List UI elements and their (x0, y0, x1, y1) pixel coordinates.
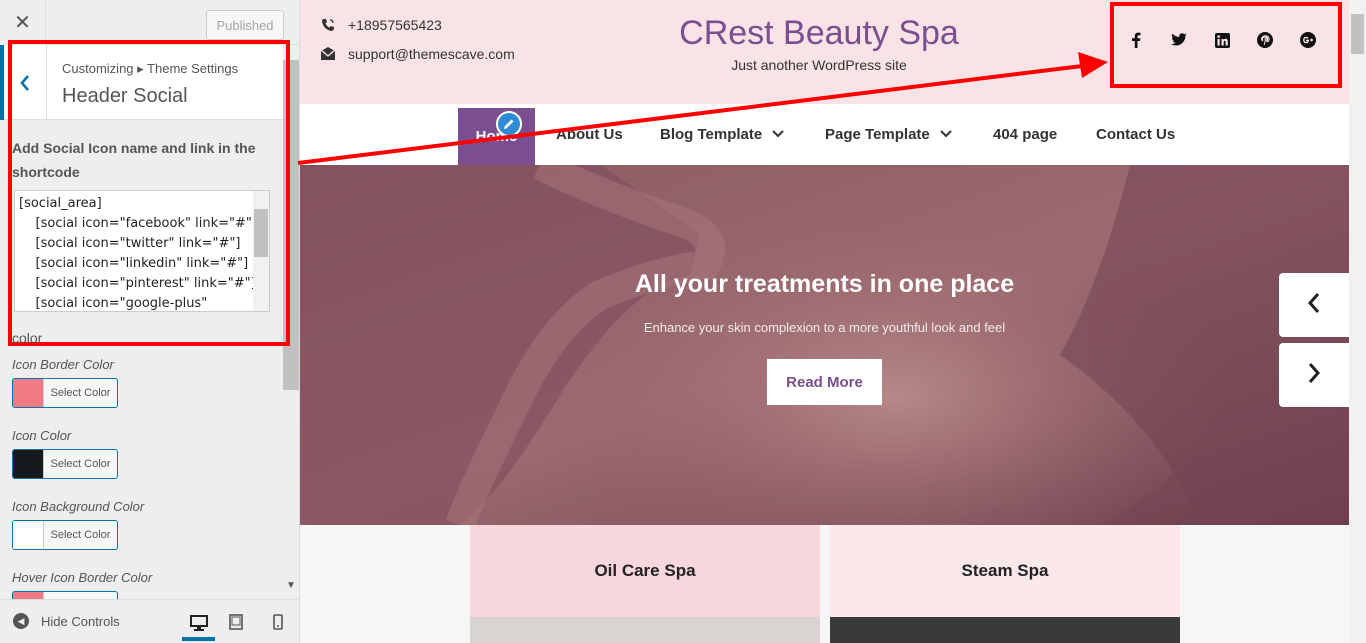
site-tagline: Just another WordPress site (731, 57, 907, 73)
mobile-icon[interactable] (266, 611, 290, 633)
color-swatch (13, 521, 44, 549)
screen: ✕ Published Customizing ▸ Theme Settings… (0, 0, 1366, 643)
close-icon[interactable]: ✕ (0, 0, 46, 45)
color-field-label: Icon Color (12, 428, 72, 443)
chevron-left-icon (1307, 292, 1321, 319)
nav-item-home[interactable]: Home (458, 108, 535, 165)
preview-scrollbar[interactable] (1349, 0, 1366, 643)
nav-item-about[interactable]: About Us (556, 104, 623, 165)
chevron-right-icon (1307, 362, 1321, 389)
nav-item-contact[interactable]: Contact Us (1096, 104, 1175, 165)
nav-item-page-template[interactable]: Page Template (825, 104, 952, 165)
service-card-title[interactable]: Oil Care Spa (470, 525, 820, 617)
select-color-label: Select Color (50, 458, 111, 470)
icon-color-button[interactable]: Select Color (12, 449, 118, 479)
phone-contact: +18957565423 (320, 17, 442, 33)
site-preview: +18957565423 support@themescave.com CRes… (300, 0, 1366, 643)
color-field-label: Icon Background Color (12, 499, 145, 514)
hero-subheading: Enhance your skin complexion to a more y… (643, 320, 1006, 335)
color-swatch (13, 450, 44, 478)
slider-next-button[interactable] (1279, 343, 1349, 407)
select-color-label: Select Color (50, 387, 111, 399)
envelope-icon (320, 46, 336, 62)
email-contact: support@themescave.com (320, 46, 515, 62)
color-swatch (13, 592, 44, 599)
nav-item-blog-template[interactable]: Blog Template (660, 104, 784, 165)
service-image (830, 617, 1180, 643)
nav-label: Blog Template (660, 126, 763, 143)
social-highlight-box (1110, 2, 1342, 88)
email-address: support@themescave.com (348, 46, 515, 62)
customizer-header: ✕ Published (0, 0, 299, 45)
nav-label: Page Template (825, 126, 930, 143)
slider-prev-button[interactable] (1279, 273, 1349, 337)
annotation-highlight-box (8, 40, 290, 346)
service-image (470, 617, 820, 643)
desktop-icon[interactable] (182, 608, 215, 641)
color-swatch (13, 379, 44, 407)
main-nav: Home About Us Blog Template Page Templat… (300, 104, 1349, 165)
customizer-footer: ◀ Hide Controls (0, 599, 299, 643)
hover-icon-border-color-button[interactable] (12, 591, 118, 599)
color-field-label: Icon Border Color (12, 357, 114, 372)
select-color-label: Select Color (50, 529, 111, 541)
icon-border-color-button[interactable]: Select Color (12, 378, 118, 408)
chevron-down-icon (940, 129, 952, 141)
tablet-icon[interactable] (224, 611, 248, 633)
nav-item-404[interactable]: 404 page (993, 104, 1057, 165)
read-more-button[interactable]: Read More (767, 359, 882, 405)
service-card-title[interactable]: Steam Spa (830, 525, 1180, 617)
scroll-down-icon[interactable]: ▼ (283, 580, 299, 591)
services-section: Oil Care Spa Steam Spa (300, 525, 1349, 643)
site-title[interactable]: CRest Beauty Spa (619, 14, 1019, 53)
hide-controls-button[interactable]: Hide Controls (41, 614, 120, 629)
hero-slider: All your treatments in one place Enhance… (300, 165, 1349, 525)
customizer-sidebar: ✕ Published Customizing ▸ Theme Settings… (0, 0, 300, 643)
site-topbar: +18957565423 support@themescave.com CRes… (300, 0, 1349, 104)
color-field-label: Hover Icon Border Color (12, 570, 153, 585)
preview-scrollbar-thumb[interactable] (1351, 14, 1364, 54)
hide-controls-icon[interactable]: ◀ (13, 613, 29, 629)
color-heading: color (12, 330, 43, 346)
icon-background-color-button[interactable]: Select Color (12, 520, 118, 550)
hero-heading: All your treatments in one place (634, 270, 1015, 298)
edit-shortcut-pencil-icon[interactable] (496, 111, 522, 137)
publish-button[interactable]: Published (206, 10, 284, 40)
hero-background-image (300, 165, 1349, 525)
phone-number: +18957565423 (348, 17, 442, 33)
chevron-down-icon (772, 129, 784, 141)
phone-icon (320, 17, 336, 33)
